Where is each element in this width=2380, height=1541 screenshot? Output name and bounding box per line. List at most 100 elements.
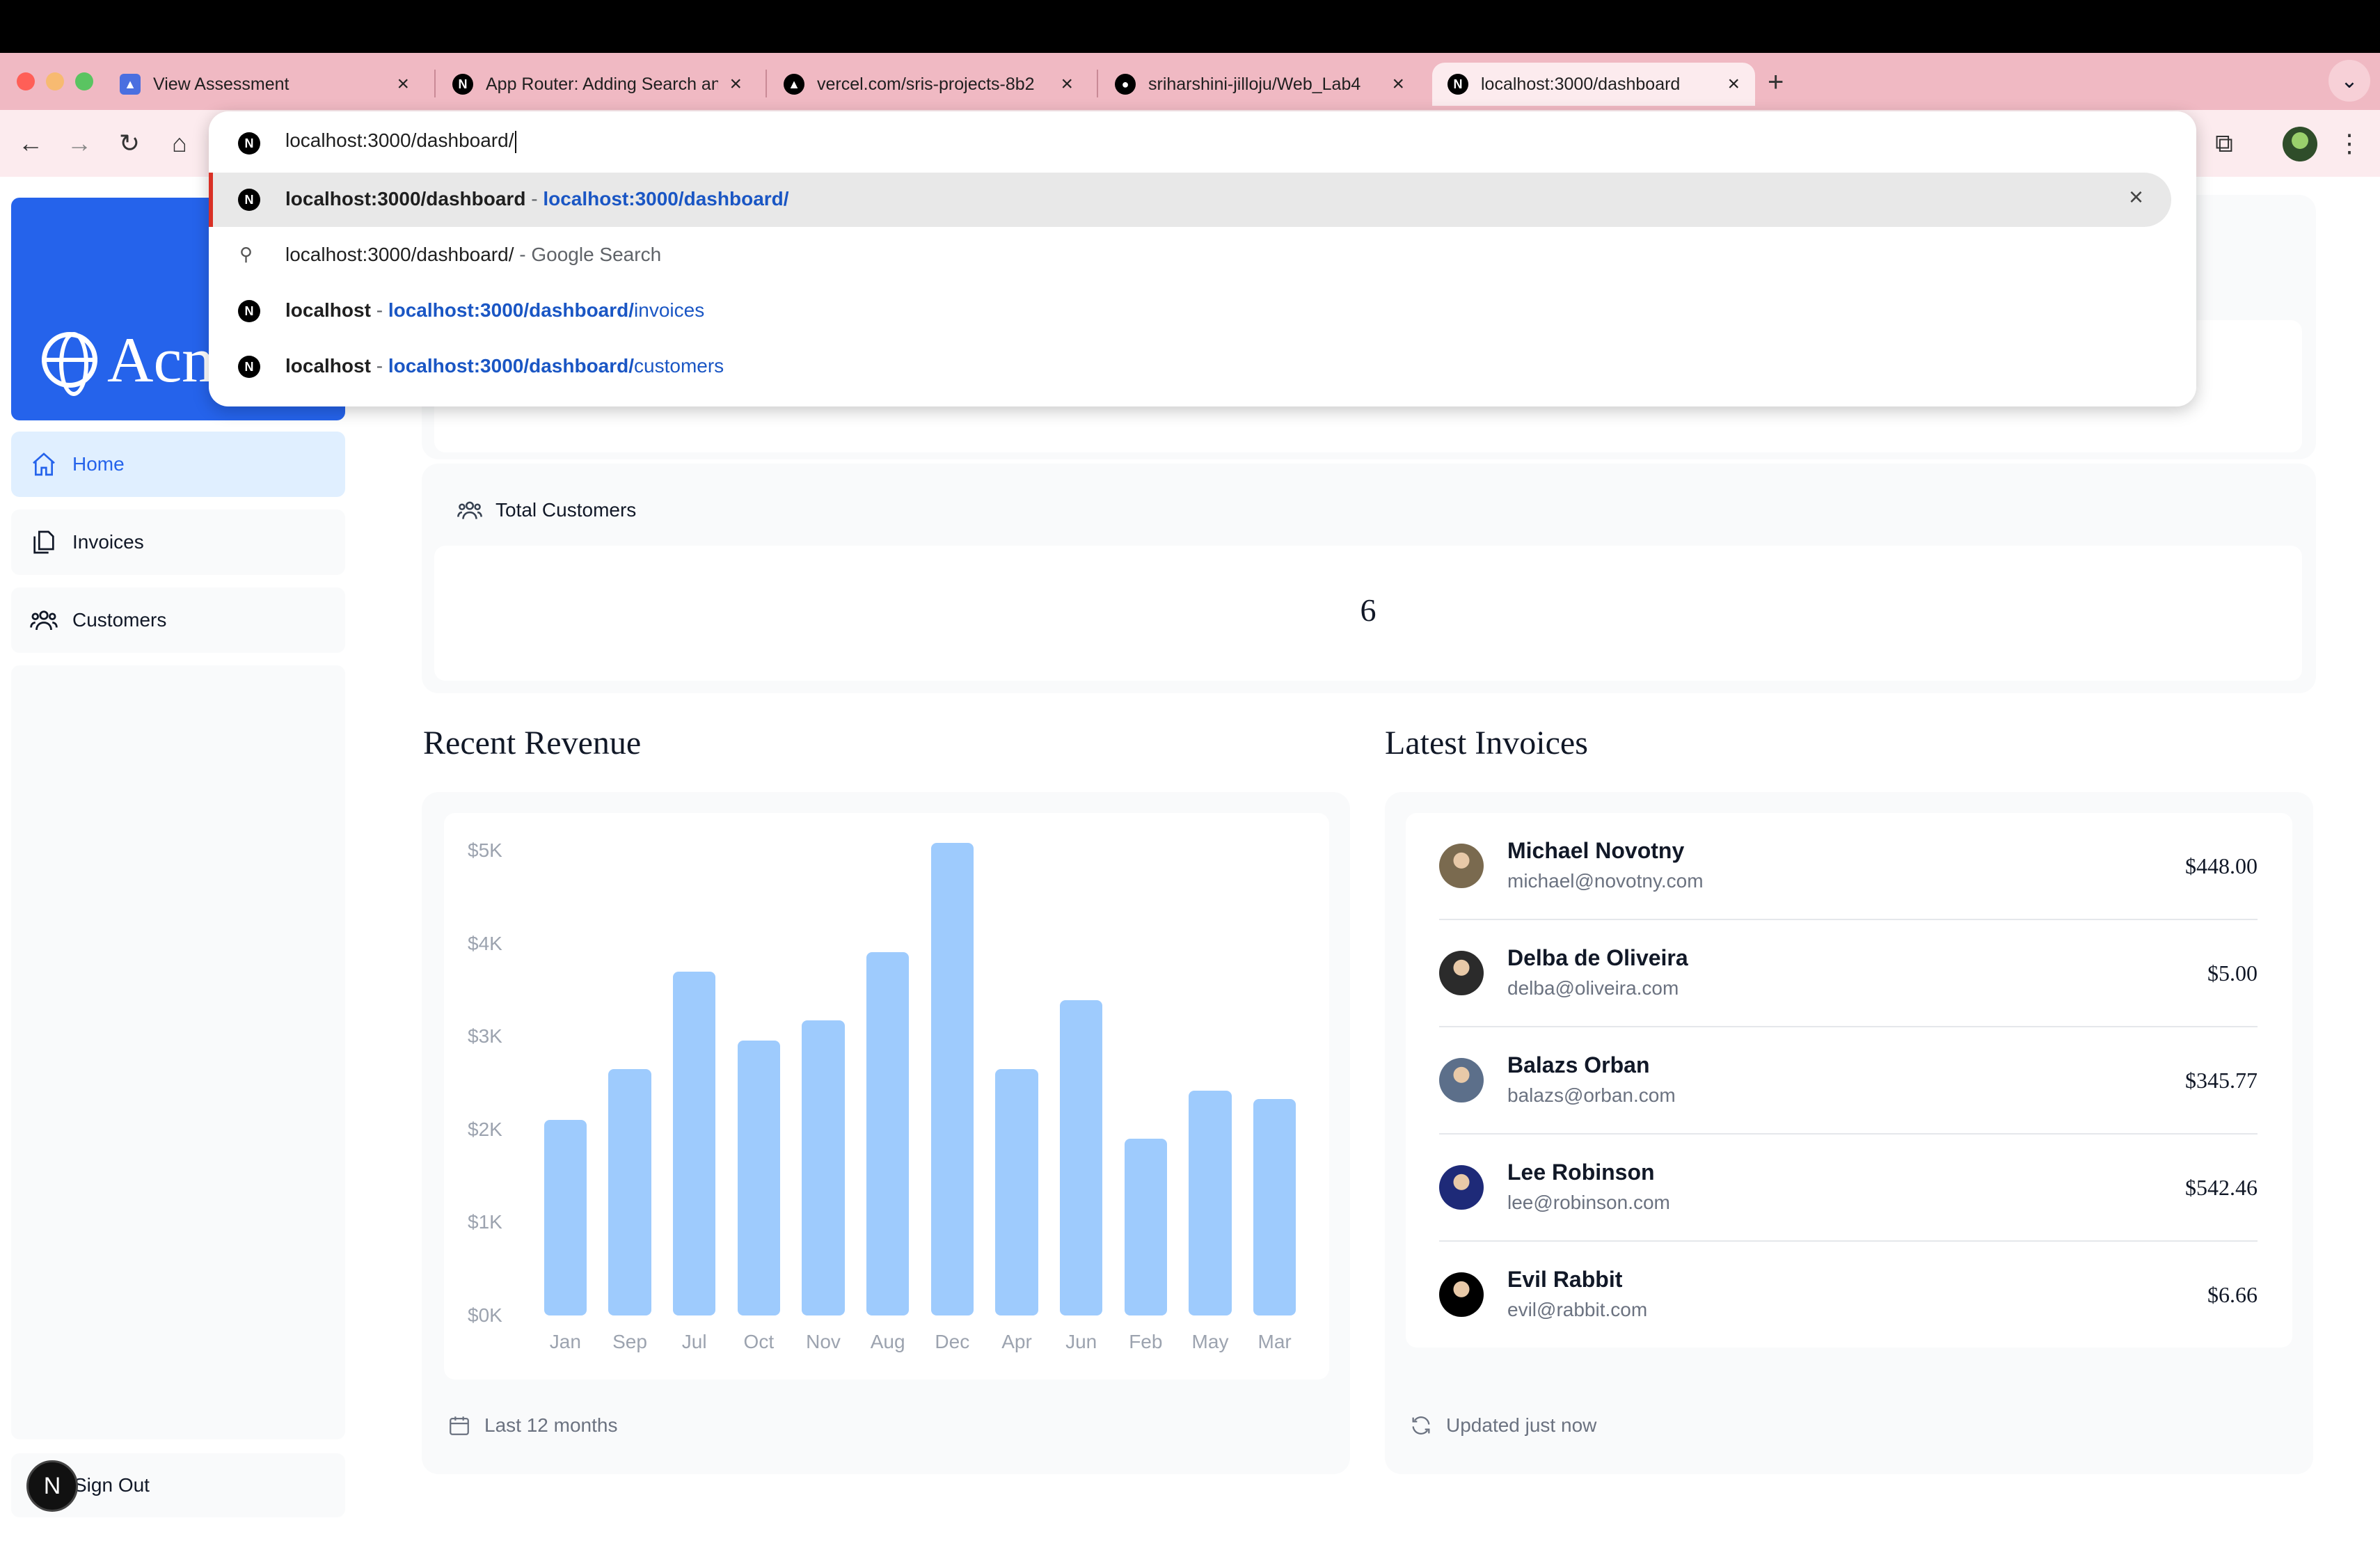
y-axis-tick-label: $4K [468,932,502,954]
invoice-amount: $345.77 [2185,1068,2258,1093]
recent-revenue-title: Recent Revenue [423,725,642,761]
avatar [1439,844,1484,888]
tab-close-icon[interactable]: × [397,72,409,96]
suggestion-title: localhost:3000/dashboard/ [285,244,514,265]
window-close-button[interactable] [17,72,35,90]
macos-menu-strip [0,0,2380,53]
tab-title: App Router: Adding Search and Pagination [486,74,719,94]
revenue-footer: Last 12 months [447,1413,617,1438]
sidebar-spacer [11,665,345,1439]
suggestion-title: localhost:3000/dashboard [285,188,526,210]
y-axis-tick-label: $5K [468,839,502,861]
invoice-customer-email: evil@rabbit.com [1507,1299,1648,1320]
sidebar-item-label: Customers [72,609,167,631]
suggestion-suffix: Google Search [531,244,662,265]
tab-close-icon[interactable]: × [729,72,742,96]
latest-invoices-title: Latest Invoices [1385,725,1588,761]
omnibox-suggestion[interactable]: ⚲ localhost:3000/dashboard/ - Google Sea… [209,228,2171,283]
home-button-icon[interactable]: ⌂ [159,123,200,164]
invoice-customer-email: lee@robinson.com [1507,1192,1670,1213]
invoice-customer-name: Balazs Orban [1507,1052,1650,1077]
sidebar-item-home[interactable]: Home [11,432,345,497]
tab-title: sriharshini-jilloju/Web_Lab4 [1148,74,1361,94]
reload-icon[interactable]: ↻ [109,123,150,164]
browser-tab-active[interactable]: N localhost:3000/dashboard × [1432,63,1755,106]
x-axis-tick-label: Sep [612,1331,647,1352]
omnibox-suggestion[interactable]: N localhost - localhost:3000/dashboard/c… [209,340,2171,394]
invoice-amount: $542.46 [2185,1175,2258,1200]
revenue-bar [1253,1098,1296,1315]
suggestion-url: localhost:3000/dashboard/ [543,188,789,210]
invoice-customer-email: michael@novotny.com [1507,870,1704,892]
browser-menu-kebab-icon[interactable]: ⋮ [2329,123,2370,164]
x-axis-tick-label: Jan [549,1331,581,1352]
x-axis-tick-label: May [1191,1331,1229,1352]
users-icon [457,497,483,523]
assessment-favicon-icon: ▲ [120,74,141,95]
tab-title: localhost:3000/dashboard [1481,74,1681,94]
tab-close-icon[interactable]: × [1727,72,1740,96]
revenue-bar [866,951,910,1315]
revenue-bar [673,971,716,1315]
omnibox-suggestion[interactable]: N localhost - localhost:3000/dashboard/i… [209,284,2171,338]
suggestion-url-rest: invoices [634,299,705,321]
browser-tab[interactable]: N App Router: Adding Search and Paginati… [437,63,757,106]
remove-suggestion-close-icon[interactable]: × [2129,182,2143,212]
address-bar-input[interactable]: localhost:3000/dashboard/ [285,129,517,153]
window-zoom-button[interactable] [75,72,93,90]
y-axis-tick-label: $1K [468,1211,502,1233]
omnibox-dropdown: N localhost:3000/dashboard/ N localhost:… [209,111,2196,406]
github-favicon-icon: ● [1115,74,1136,95]
browser-tab[interactable]: ▲ vercel.com/sris-projects-8b2 × [768,63,1088,106]
back-arrow-icon[interactable]: ← [10,123,51,164]
browser-tab[interactable]: ● sriharshini-jilloju/Web_Lab4 × [1100,63,1420,106]
nextjs-favicon-icon: N [238,189,260,211]
users-icon [29,606,58,635]
tab-close-icon[interactable]: × [1392,72,1404,96]
tab-divider [765,70,767,97]
nextjs-favicon-icon: N [238,300,260,322]
invoice-row[interactable]: Evil Rabbit evil@rabbit.com $6.66 [1439,1242,2258,1349]
sidebar-item-invoices[interactable]: Invoices [11,509,345,575]
total-customers-header: Total Customers [457,497,636,523]
tab-close-icon[interactable]: × [1061,72,1073,96]
revenue-bar [995,1068,1038,1315]
revenue-bar [544,1120,587,1315]
revenue-bar [1124,1139,1167,1315]
invoice-row[interactable]: Michael Novotny michael@novotny.com $448… [1439,813,2258,920]
window-minimize-button[interactable] [46,72,64,90]
avatar [1439,1058,1484,1103]
invoice-customer-name: Lee Robinson [1507,1160,1655,1185]
sidebar-item-label: Home [72,453,125,475]
revenue-bar [1189,1090,1232,1315]
extensions-puzzle-icon[interactable]: ⧉ [2203,123,2245,164]
suggestion-title: localhost [285,355,371,377]
new-tab-button[interactable]: + [1768,67,1784,98]
nextjs-dev-badge[interactable]: N [26,1460,78,1512]
avatar [1439,1165,1484,1210]
forward-arrow-icon[interactable]: → [58,123,100,164]
invoice-row[interactable]: Delba de Oliveira delba@oliveira.com $5.… [1439,920,2258,1027]
search-magnifier-icon: ⚲ [239,244,253,264]
revenue-bar [737,1040,780,1315]
revenue-bar [1060,1000,1103,1315]
revenue-footer-label: Last 12 months [484,1414,618,1436]
tab-search-chevron-icon[interactable]: ⌄ [2329,60,2370,102]
x-axis-tick-label: Nov [806,1331,841,1352]
suggestion-url: localhost:3000/dashboard/ [388,299,635,321]
refresh-icon [1409,1413,1434,1438]
profile-avatar[interactable] [2283,127,2317,161]
x-axis-tick-label: Jun [1065,1331,1097,1352]
invoice-customer-email: delba@oliveira.com [1507,977,1679,999]
invoice-amount: $5.00 [2207,961,2258,986]
x-axis-tick-label: Aug [870,1331,905,1352]
sidebar-item-customers[interactable]: Customers [11,587,345,653]
invoice-customer-email: balazs@orban.com [1507,1084,1676,1106]
omnibox-suggestion[interactable]: N localhost:3000/dashboard - localhost:3… [209,173,2171,227]
suggestion-title: localhost [285,299,371,321]
invoice-row[interactable]: Lee Robinson lee@robinson.com $542.46 [1439,1135,2258,1242]
invoice-row[interactable]: Balazs Orban balazs@orban.com $345.77 [1439,1027,2258,1135]
tab-divider [434,70,436,97]
revenue-bar [930,843,974,1315]
browser-tab[interactable]: ▲ View Assessment × [104,63,425,106]
